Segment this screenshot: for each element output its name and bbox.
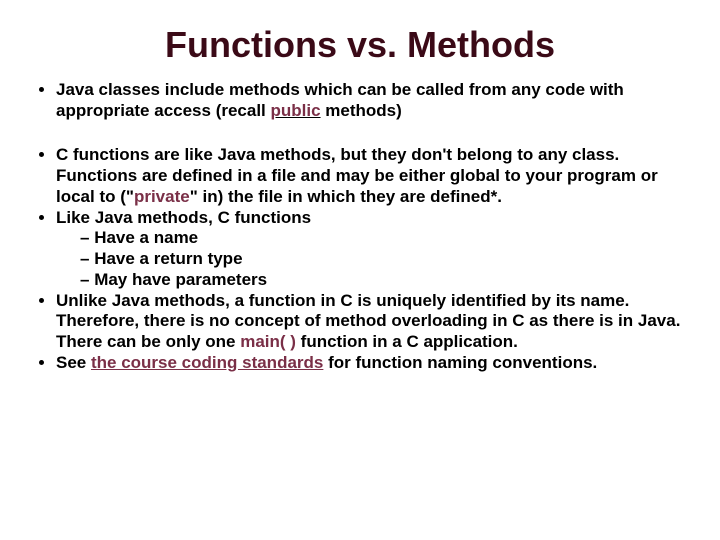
- text: function in a C application.: [296, 332, 518, 351]
- bullet-list: Java classes include methods which can b…: [56, 80, 692, 121]
- bullet-see-standards: See the course coding standards for func…: [56, 353, 692, 374]
- bullet-like-java: Like Java methods, C functions Have a na…: [56, 208, 692, 291]
- bullet-c-functions: C functions are like Java methods, but t…: [56, 145, 692, 207]
- sub-bullet-name: Have a name: [80, 228, 692, 249]
- slide-title: Functions vs. Methods: [28, 24, 692, 66]
- bullet-java-methods: Java classes include methods which can b…: [56, 80, 692, 121]
- text: methods): [321, 101, 402, 120]
- text: for function naming conventions.: [323, 353, 597, 372]
- sub-list: Have a name Have a return type May have …: [80, 228, 692, 290]
- bullet-list: C functions are like Java methods, but t…: [56, 145, 692, 373]
- bullet-unique-name: Unlike Java methods, a function in C is …: [56, 291, 692, 353]
- sub-bullet-parameters: May have parameters: [80, 270, 692, 291]
- keyword-main: main( ): [240, 332, 296, 351]
- text: See: [56, 353, 91, 372]
- link-coding-standards[interactable]: the course coding standards: [91, 353, 323, 372]
- slide: Functions vs. Methods Java classes inclu…: [0, 0, 720, 540]
- text: " in) the file in which they are defined…: [190, 187, 502, 206]
- sub-bullet-return-type: Have a return type: [80, 249, 692, 270]
- keyword-public: public: [271, 101, 321, 120]
- text: Like Java methods, C functions: [56, 208, 311, 227]
- spacer: [28, 135, 692, 145]
- keyword-private: private: [134, 187, 190, 206]
